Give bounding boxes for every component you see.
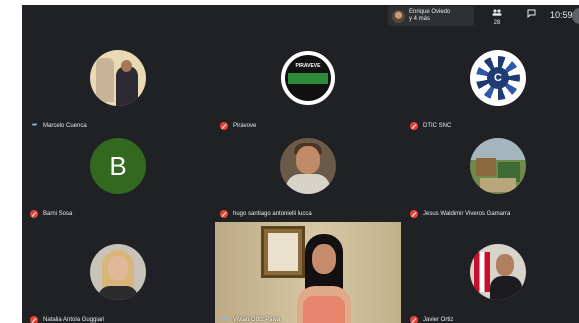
participants-names: Enrique Oviedo xyxy=(409,9,451,15)
wall-picture xyxy=(261,226,305,278)
participant-avatar xyxy=(90,244,146,300)
logo-text: PIRAVEVE xyxy=(295,63,321,69)
participant-name: Jesus Waldimir Viveros Gamarra xyxy=(423,211,511,217)
people-count: 28 xyxy=(493,20,501,26)
clock-time: 10:59 xyxy=(550,10,573,20)
participant-avatar xyxy=(470,244,526,300)
participant-name: hugo santiago antonielli lucca xyxy=(233,211,312,217)
participant-nameplate: Natalia Antola Guggiari xyxy=(29,316,104,323)
participant-nameplate: hugo santiago antonielli lucca xyxy=(219,210,312,218)
participant-nameplate: Barni Sosa xyxy=(29,210,72,218)
mic-off-icon xyxy=(29,210,39,218)
participant-avatar xyxy=(90,50,146,106)
meet-window: Enrique Oviedo y 4 más 28 10:59 ••• Marc… xyxy=(22,5,579,323)
participant-name: Natalia Antola Guggiari xyxy=(43,317,105,323)
speaking-dots-icon: ••• xyxy=(221,316,227,323)
participants-more: y 4 más xyxy=(409,16,431,22)
chat-button[interactable] xyxy=(527,9,536,21)
logo-letter: C xyxy=(487,67,509,89)
participant-tile[interactable]: Javier Ortiz xyxy=(405,221,579,323)
mic-off-icon xyxy=(29,316,39,323)
mic-off-icon xyxy=(409,316,419,323)
participants-chip[interactable]: Enrique Oviedo y 4 más xyxy=(388,6,474,26)
participant-avatar: C xyxy=(470,50,526,106)
participant-initial-avatar: B xyxy=(90,138,146,194)
people-icon xyxy=(492,9,502,16)
chat-icon xyxy=(527,9,536,19)
participant-avatar xyxy=(470,138,526,194)
participant-name: Barni Sosa xyxy=(43,211,73,217)
self-view-thumbnail[interactable] xyxy=(572,8,579,24)
participant-tile[interactable]: hugo santiago antonielli lucca xyxy=(215,115,401,221)
mic-off-icon xyxy=(219,210,229,218)
participant-nameplate: Javier Ortiz xyxy=(409,316,453,323)
top-bar: Enrique Oviedo y 4 más 28 10:59 xyxy=(22,5,579,27)
participant-tile[interactable]: B Barni Sosa xyxy=(25,115,211,221)
participant-avatar xyxy=(392,9,405,23)
participant-video-tile[interactable]: ••• Vivian Ortiz Paiva xyxy=(215,222,401,323)
mic-off-icon xyxy=(409,210,419,218)
participant-avatar: PIRAVEVE xyxy=(280,50,336,106)
participant-nameplate: ••• Vivian Ortiz Paiva xyxy=(219,316,280,323)
participant-tile[interactable]: Jesus Waldimir Viveros Gamarra xyxy=(405,115,579,221)
participant-name: Vivian Ortiz Paiva xyxy=(233,317,281,323)
participant-name: Javier Ortiz xyxy=(423,317,454,323)
participants-text: Enrique Oviedo y 4 más xyxy=(409,9,450,23)
participant-nameplate: Jesus Waldimir Viveros Gamarra xyxy=(409,210,510,218)
participant-tile[interactable]: Natalia Antola Guggiari xyxy=(25,221,211,323)
people-button[interactable]: 28 xyxy=(492,9,502,27)
participant-avatar xyxy=(280,138,336,194)
